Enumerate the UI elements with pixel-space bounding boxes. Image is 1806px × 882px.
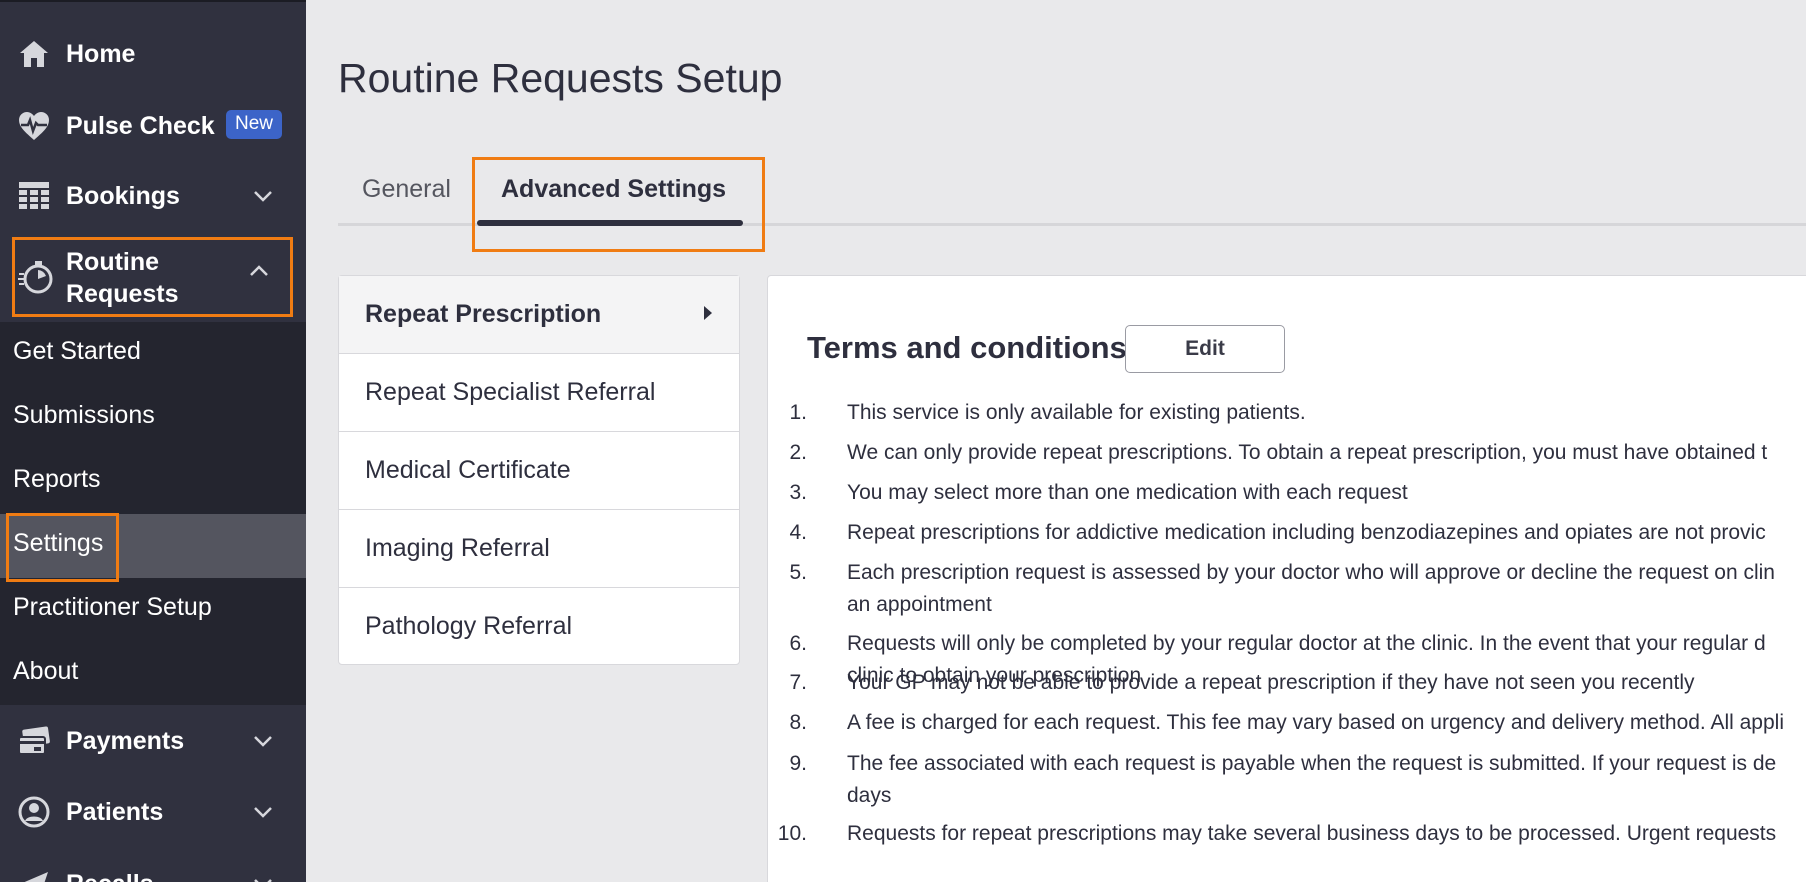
sidebar-item-label: Bookings (66, 181, 180, 210)
sidebar-item-label: Patients (66, 797, 164, 826)
list-item-pathology-referral[interactable]: Pathology Referral (339, 588, 739, 666)
sidebar-item-label: Recalls (66, 870, 154, 882)
terms-item-text: This service is only available for exist… (847, 401, 1306, 424)
submenu-item-submissions[interactable]: Submissions (0, 386, 306, 450)
submenu-item-label: Get Started (13, 337, 141, 365)
list-item-label: Medical Certificate (365, 456, 571, 484)
tab-general[interactable]: General (362, 175, 451, 204)
stopwatch-icon (17, 258, 55, 296)
list-item-repeat-specialist-referral[interactable]: Repeat Specialist Referral (339, 354, 739, 432)
list-item-medical-certificate[interactable]: Medical Certificate (339, 432, 739, 510)
terms-item-text: Your GP may not be able to provide a rep… (847, 671, 1695, 694)
terms-item-number: 5. (789, 561, 807, 584)
sidebar-item-routine-requests[interactable]: Routine Requests (12, 237, 293, 317)
submenu-item-label: Submissions (13, 401, 155, 429)
list-item-repeat-prescription[interactable]: Repeat Prescription (339, 276, 739, 354)
sidebar-item-patients[interactable]: Patients (0, 783, 306, 841)
terms-item-number: 6. (789, 632, 807, 655)
list-item-imaging-referral[interactable]: Imaging Referral (339, 510, 739, 588)
terms-item-text: Repeat prescriptions for addictive medic… (847, 521, 1766, 544)
sidebar: Home Pulse Check New Bookings Routine Req… (0, 0, 306, 882)
sidebar-item-home[interactable]: Home (0, 25, 306, 83)
list-item-label: Imaging Referral (365, 534, 550, 562)
terms-title: Terms and conditions (807, 330, 1127, 365)
sidebar-item-label: Routine Requests (66, 246, 179, 310)
submenu-item-label: Practitioner Setup (13, 593, 212, 621)
tab-highlight-box (472, 157, 765, 252)
list-item-label: Repeat Prescription (365, 300, 602, 328)
sidebar-item-bookings[interactable]: Bookings (0, 167, 306, 225)
sidebar-item-label: Pulse Check (66, 111, 215, 140)
send-icon (16, 866, 52, 882)
terms-item-text: Requests for repeat prescriptions may ta… (847, 822, 1777, 845)
terms-item-number: 10. (777, 822, 807, 845)
settings-highlight-box (6, 513, 119, 582)
sidebar-item-pulse-check[interactable]: Pulse Check New (0, 97, 306, 155)
terms-item-text: Each prescription request is assessed by… (847, 561, 1775, 584)
chevron-up-icon (249, 264, 275, 290)
caret-right-icon (703, 305, 713, 326)
terms-item-text: A fee is charged for each request. This … (847, 711, 1784, 734)
heart-pulse-icon (16, 108, 52, 144)
terms-item-text: You may select more than one medication … (847, 481, 1408, 504)
request-type-list: Repeat Prescription Repeat Specialist Re… (338, 275, 740, 665)
calendar-grid-icon (16, 178, 52, 214)
terms-item-number: 8. (789, 711, 807, 734)
submenu-item-get-started[interactable]: Get Started (0, 322, 306, 386)
terms-item-text: an appointment (847, 593, 992, 616)
terms-item-text: The fee associated with each request is … (847, 752, 1777, 775)
terms-item-number: 1. (789, 401, 807, 424)
card-icon (16, 723, 52, 759)
terms-item-number: 7. (789, 671, 807, 694)
chevron-down-icon (250, 728, 276, 754)
routine-label-line2: Requests (66, 280, 179, 308)
submenu-item-label: About (13, 657, 79, 685)
submenu-item-label: Reports (13, 465, 101, 493)
chevron-down-icon (250, 183, 276, 209)
page-title: Routine Requests Setup (338, 55, 783, 101)
submenu-item-practitioner-setup[interactable]: Practitioner Setup (0, 578, 306, 642)
sidebar-item-recalls[interactable]: Recalls (0, 855, 306, 882)
sidebar-item-label: Home (66, 39, 136, 68)
chevron-down-icon (250, 871, 276, 882)
terms-panel: Terms and conditions Edit 1. This service… (767, 275, 1806, 882)
submenu-item-reports[interactable]: Reports (0, 450, 306, 514)
sidebar-item-label: Payments (66, 726, 185, 755)
terms-item-text: We can only provide repeat prescriptions… (847, 441, 1768, 464)
sidebar-item-payments[interactable]: Payments (0, 712, 306, 770)
terms-item-text: Requests will only be completed by your … (847, 632, 1766, 655)
terms-item-text: days (847, 784, 892, 807)
chevron-down-icon (250, 799, 276, 825)
home-icon (16, 36, 52, 72)
terms-item-number: 2. (789, 441, 807, 464)
terms-item-number: 4. (789, 521, 807, 544)
list-item-label: Repeat Specialist Referral (365, 378, 656, 406)
user-circle-icon (16, 794, 52, 830)
terms-item-number: 9. (789, 752, 807, 775)
new-badge: New (226, 110, 283, 139)
routine-label-line1: Routine (66, 248, 160, 276)
list-item-label: Pathology Referral (365, 612, 573, 640)
submenu-item-about[interactable]: About (0, 642, 306, 706)
terms-item-number: 3. (789, 481, 807, 504)
edit-button[interactable]: Edit (1125, 325, 1285, 373)
